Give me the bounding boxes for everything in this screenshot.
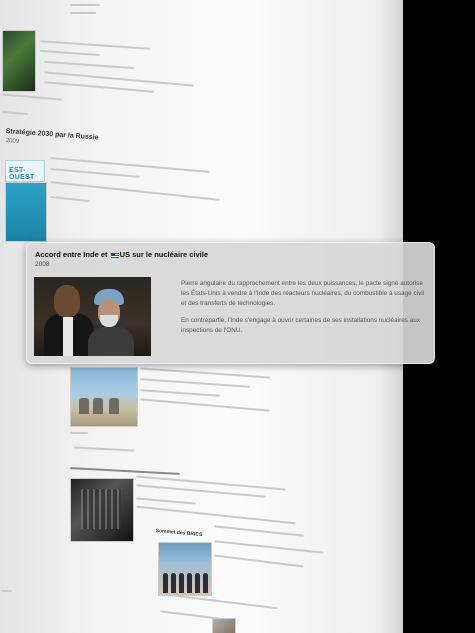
event-title-part1: Accord entre Inde et [35, 250, 108, 259]
text-line [160, 610, 220, 620]
app-viewport: Stratégie 2030 par la Russie 2009 EST-OU… [0, 0, 475, 633]
event-description: Pierre angulaire du rapprochement entre … [181, 279, 425, 343]
event-title-part2: US sur le nucléaire civile [119, 250, 209, 259]
section-year: 2009 [5, 138, 20, 145]
article-thumbnail[interactable] [5, 182, 47, 242]
text-line [1, 110, 29, 116]
text-line [140, 389, 220, 397]
section-heading-line [70, 467, 180, 475]
text-line [136, 505, 296, 525]
text-line [140, 398, 270, 412]
text-line [214, 540, 324, 554]
us-flag-icon [110, 252, 119, 258]
text-line [70, 4, 100, 6]
article-thumbnail[interactable] [212, 618, 236, 633]
text-line [50, 195, 90, 203]
article-thumbnail[interactable] [70, 367, 138, 427]
text-line [44, 60, 134, 70]
event-title: Accord entre Inde et US sur le nucléaire… [35, 250, 208, 259]
text-line [140, 378, 250, 388]
text-line [158, 592, 278, 610]
text-line [70, 12, 96, 14]
text-line [50, 168, 140, 178]
text-line [2, 93, 62, 101]
event-paragraph-1: Pierre angulaire du rapprochement entre … [181, 280, 425, 307]
text-line [73, 446, 135, 452]
event-paragraph-2: En contrepartie, l'Inde s'engage à ouvri… [181, 316, 421, 334]
text-line [2, 590, 12, 592]
event-photo [34, 277, 151, 356]
text-line [44, 81, 154, 93]
text-line [40, 49, 100, 57]
text-line [214, 525, 304, 537]
article-thumbnail[interactable] [158, 542, 212, 596]
logo-text: EST-OUEST [9, 167, 35, 181]
event-year: 2008 [35, 261, 50, 268]
section-title: Stratégie 2030 par la Russie [5, 128, 99, 142]
text-line [40, 40, 150, 50]
text-line [70, 432, 88, 434]
article-thumbnail[interactable] [2, 30, 36, 92]
article-thumbnail[interactable] [70, 478, 134, 542]
section-title: Sommet des BRICS [155, 528, 203, 539]
text-line [140, 367, 270, 379]
est-ouest-logo: EST-OUEST [5, 160, 45, 182]
text-line [136, 497, 196, 505]
text-line [214, 554, 304, 568]
event-detail-card[interactable]: Accord entre Inde et US sur le nucléaire… [26, 242, 435, 364]
